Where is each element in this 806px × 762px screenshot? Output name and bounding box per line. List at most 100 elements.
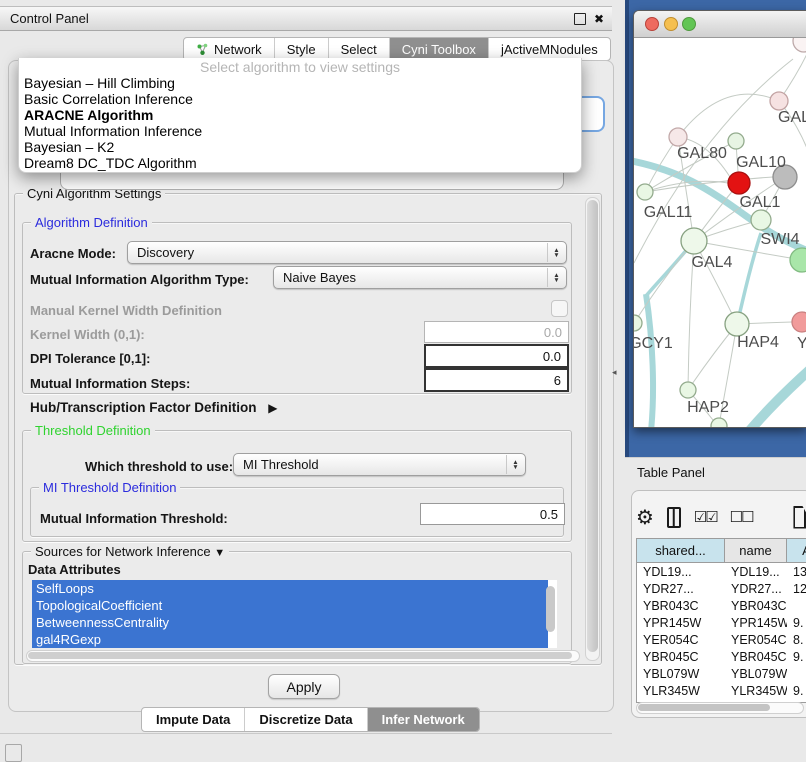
mi-threshold-group-title: MI Threshold Definition: [39, 480, 180, 495]
deselect-all-checkboxes-icon[interactable]: ☐☐: [730, 508, 753, 526]
table-row[interactable]: YBR043CYBR043C: [637, 597, 806, 614]
network-node[interactable]: [792, 312, 806, 332]
node-label: HAP2: [687, 399, 729, 416]
dropdown-prompt: Select algorithm to view settings: [19, 58, 581, 75]
table-row[interactable]: YLR345WYLR345W9.: [637, 682, 806, 699]
list-hscrollbar-thumb[interactable]: [28, 652, 572, 659]
which-threshold-label: Which threshold to use:: [85, 459, 233, 474]
table-hscrollbar-thumb[interactable]: [638, 704, 770, 711]
columns-icon[interactable]: [667, 507, 681, 528]
network-node[interactable]: [680, 382, 696, 398]
dropdown-item[interactable]: Bayesian – Hill Climbing: [19, 75, 581, 91]
tab-discretize-data[interactable]: Discretize Data: [245, 708, 367, 731]
node-label: GAL: [778, 109, 806, 126]
network-node[interactable]: [634, 315, 642, 331]
table-row[interactable]: YDL19...YDL19...13: [637, 563, 806, 580]
sources-title[interactable]: Sources for Network Inference ▼: [31, 544, 229, 559]
list-item[interactable]: gal4RGexp: [32, 631, 548, 648]
mi-threshold-input[interactable]: 0.5: [420, 503, 565, 525]
kernel-width-label: Kernel Width (0,1):: [30, 327, 145, 342]
list-scrollbar-thumb[interactable]: [546, 586, 555, 632]
network-node[interactable]: [637, 184, 653, 200]
node-label: Y: [797, 335, 806, 352]
kernel-width-input[interactable]: 0.0: [424, 321, 569, 343]
node-label: SWI4: [760, 231, 799, 248]
mi-steps-input[interactable]: 6: [424, 368, 569, 392]
dropdown-item[interactable]: Basic Correlation Inference: [19, 91, 581, 107]
mi-algorithm-type-combobox[interactable]: Naive Bayes ▲▼: [273, 266, 567, 289]
node-label: GAL1: [740, 194, 781, 211]
data-attributes-label: Data Attributes: [28, 562, 121, 577]
column-header[interactable]: name: [725, 539, 787, 563]
list-item[interactable]: SelfLoops: [32, 580, 548, 597]
expander-collapsed-icon: ▶: [268, 401, 277, 415]
node-table: shared... name A YDL19...YDL19...13 YDR2…: [636, 538, 806, 703]
dropdown-item[interactable]: Mutual Information Inference: [19, 123, 581, 139]
collapse-panel-icon[interactable]: ◂: [612, 367, 617, 378]
list-hscrollbar[interactable]: [26, 650, 580, 662]
network-node[interactable]: [793, 38, 806, 52]
hub-definition-expander[interactable]: Hub/Transcription Factor Definition ▶: [30, 400, 278, 415]
table-row[interactable]: YBL079WYBL079W: [637, 665, 806, 682]
dpi-tolerance-input[interactable]: 0.0: [424, 344, 569, 368]
tab-infer-network[interactable]: Infer Network: [368, 708, 479, 731]
select-all-checkboxes-icon[interactable]: ☑☑: [694, 508, 717, 526]
dropdown-item[interactable]: Dream8 DC_TDC Algorithm: [19, 155, 581, 171]
table-row[interactable]: YBR045CYBR045C9.: [637, 648, 806, 665]
table-row[interactable]: YER054CYER054C8.: [637, 631, 806, 648]
traffic-light-zoom[interactable]: [683, 18, 696, 31]
network-node[interactable]: [725, 312, 749, 336]
tab-select[interactable]: Select: [329, 38, 390, 60]
column-header[interactable]: A: [787, 539, 806, 563]
network-canvas[interactable]: GAL GAL80 GAL10 GAL1 SWI4 GAL11 GAL4 GCY…: [634, 38, 806, 427]
data-attributes-list: SelfLoops TopologicalCoefficient Between…: [32, 580, 557, 648]
traffic-lights: [643, 16, 703, 32]
manual-kernel-label: Manual Kernel Width Definition: [30, 303, 222, 318]
which-threshold-combobox[interactable]: MI Threshold ▲▼: [233, 453, 526, 476]
document-icon[interactable]: [793, 506, 806, 529]
network-node[interactable]: [728, 133, 744, 149]
mi-threshold-label: Mutual Information Threshold:: [40, 511, 228, 526]
float-window-icon[interactable]: [574, 13, 586, 25]
table-row[interactable]: YPR145WYPR145W9.: [637, 614, 806, 631]
table-panel-toolbar: ⚙ ☑☑ ☐☐: [636, 500, 806, 534]
minimized-panel-icon[interactable]: [5, 744, 22, 762]
manual-kernel-checkbox[interactable]: [551, 300, 568, 317]
close-icon[interactable]: ✖: [594, 12, 604, 26]
tab-network[interactable]: Network: [184, 38, 275, 60]
dropdown-item-selected[interactable]: ARACNE Algorithm: [19, 107, 581, 123]
settings-scrollbar[interactable]: [585, 197, 600, 661]
table-panel-titlebar: Table Panel: [625, 457, 806, 487]
table-hscrollbar[interactable]: [636, 702, 804, 714]
gear-icon[interactable]: ⚙: [636, 505, 654, 530]
table-header-row: shared... name A: [637, 539, 806, 563]
dropdown-item[interactable]: Bayesian – K2: [19, 139, 581, 155]
tab-cyni-toolbox[interactable]: Cyni Toolbox: [390, 38, 489, 60]
mi-steps-label: Mutual Information Steps:: [30, 376, 190, 391]
network-node[interactable]: [681, 228, 707, 254]
dpi-tolerance-label: DPI Tolerance [0,1]:: [30, 351, 150, 366]
tab-jactivemnodules[interactable]: jActiveMNodules: [489, 38, 610, 60]
network-node[interactable]: [751, 210, 771, 230]
aracne-mode-combobox[interactable]: Discovery ▲▼: [127, 241, 567, 264]
list-item[interactable]: BetweennessCentrality: [32, 614, 548, 631]
traffic-light-close[interactable]: [646, 18, 659, 31]
tab-impute-data[interactable]: Impute Data: [142, 708, 245, 731]
network-node[interactable]: [711, 418, 727, 427]
network-node[interactable]: [728, 172, 750, 194]
network-node[interactable]: [790, 248, 806, 272]
table-row[interactable]: YDR27...YDR27...12: [637, 580, 806, 597]
node-label: HAP4: [737, 334, 779, 351]
network-node[interactable]: [669, 128, 687, 146]
mi-algorithm-type-label: Mutual Information Algorithm Type:: [30, 272, 249, 287]
control-panel-title: Control Panel: [10, 11, 89, 26]
network-window-titlebar[interactable]: [634, 11, 806, 38]
settings-scrollbar-thumb[interactable]: [587, 200, 598, 652]
column-header[interactable]: shared...: [637, 539, 725, 563]
list-item[interactable]: TopologicalCoefficient: [32, 597, 548, 614]
apply-button[interactable]: Apply: [268, 674, 340, 699]
network-node[interactable]: [770, 92, 788, 110]
traffic-light-minimize[interactable]: [665, 18, 678, 31]
tab-style[interactable]: Style: [275, 38, 329, 60]
aracne-mode-value: Discovery: [137, 245, 194, 260]
